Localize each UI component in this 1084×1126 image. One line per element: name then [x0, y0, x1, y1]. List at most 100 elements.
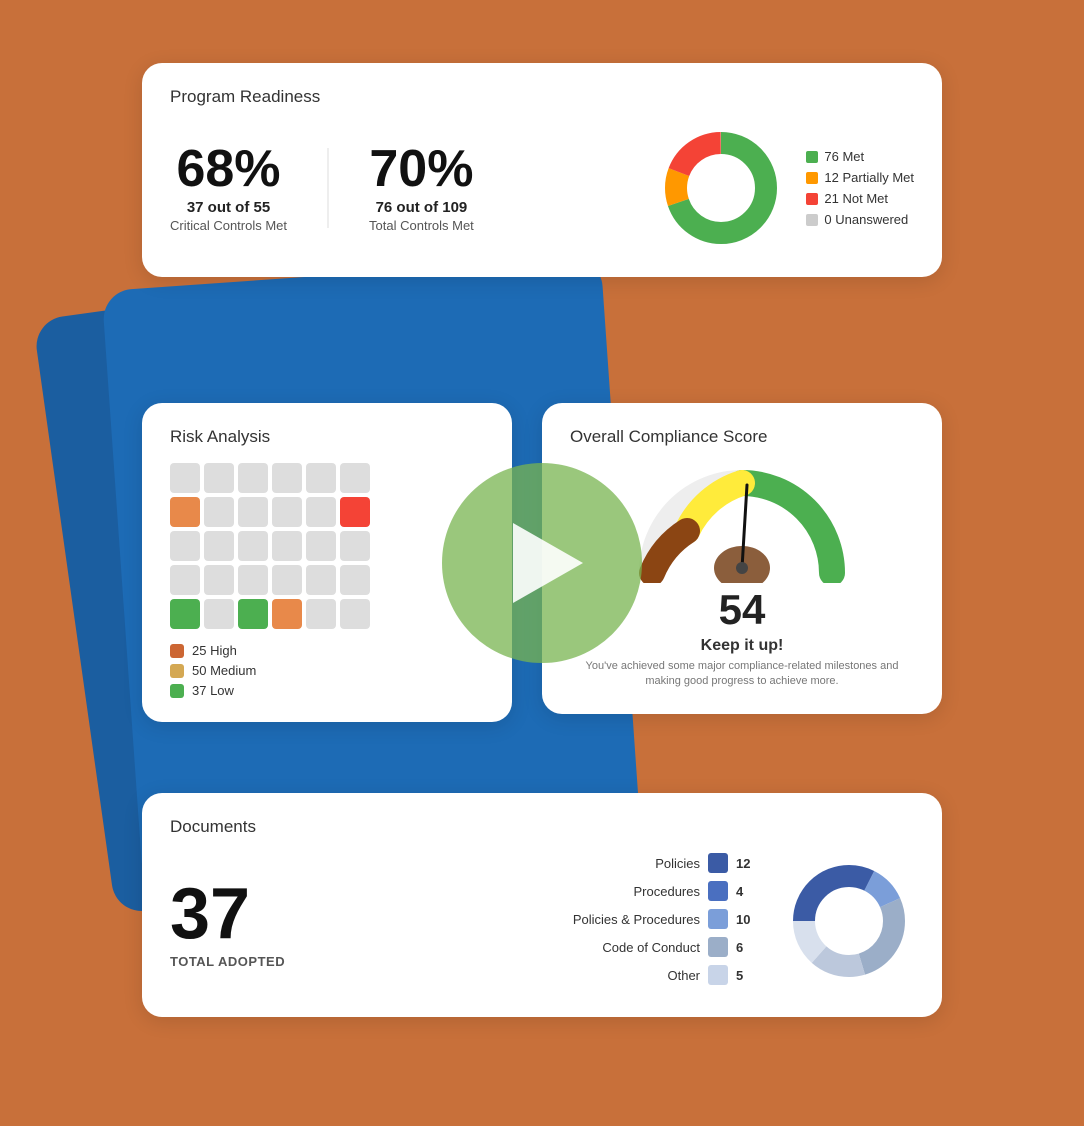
- risk-legend: 25 High 50 Medium 37 Low: [170, 643, 484, 698]
- doc-name-other: Other: [570, 968, 700, 983]
- documents-content: 37 TOTAL ADOPTED Policies 12 Procedures …: [170, 853, 914, 993]
- documents-card: Documents 37 TOTAL ADOPTED Policies 12 P…: [142, 793, 942, 1017]
- critical-controls-percent: 68%: [170, 143, 287, 195]
- documents-total: 37: [170, 878, 285, 950]
- risk-cell: [340, 565, 370, 595]
- risk-legend-low: 37 Low: [170, 683, 484, 698]
- doc-count-policies: 12: [736, 856, 754, 871]
- legend-partial-label: 12 Partially Met: [824, 170, 914, 185]
- gauge-chart: [632, 463, 852, 583]
- documents-total-label: TOTAL ADOPTED: [170, 954, 285, 969]
- risk-cell: [170, 599, 200, 629]
- risk-cell: [272, 565, 302, 595]
- docs-item-policies-procedures: Policies & Procedures 10: [345, 909, 754, 929]
- program-donut-chart: [656, 123, 786, 253]
- compliance-score: 54: [719, 586, 766, 633]
- critical-controls-stat: 68% 37 out of 55 Critical Controls Met: [170, 143, 287, 233]
- doc-name-policies: Policies: [570, 856, 700, 871]
- risk-cell: [272, 463, 302, 493]
- program-readiness-title: Program Readiness: [170, 87, 914, 107]
- risk-cell: [238, 497, 268, 527]
- doc-bar-code: [708, 937, 728, 957]
- doc-bar-procedures: [708, 881, 728, 901]
- risk-analysis-title: Risk Analysis: [170, 427, 484, 447]
- doc-count-policies-procedures: 10: [736, 912, 754, 927]
- docs-item-code: Code of Conduct 6: [345, 937, 754, 957]
- documents-total-area: 37 TOTAL ADOPTED: [170, 878, 285, 969]
- program-legend: 76 Met 12 Partially Met 21 Not Met 0 Una…: [806, 149, 914, 227]
- risk-medium-label: 50 Medium: [192, 663, 256, 678]
- risk-cell: [204, 565, 234, 595]
- legend-notmet-label: 21 Not Met: [824, 191, 888, 206]
- risk-cell: [238, 565, 268, 595]
- program-readiness-card: Program Readiness 68% 37 out of 55 Criti…: [142, 63, 942, 277]
- risk-cell: [340, 497, 370, 527]
- doc-name-code: Code of Conduct: [570, 940, 700, 955]
- critical-controls-label: Critical Controls Met: [170, 218, 287, 233]
- risk-cell: [170, 497, 200, 527]
- risk-cell: [204, 497, 234, 527]
- risk-dot-medium: [170, 664, 184, 678]
- stat-separator: [327, 148, 329, 228]
- program-readiness-content: 68% 37 out of 55 Critical Controls Met 7…: [170, 123, 914, 253]
- legend-dot-unanswered: [806, 214, 818, 226]
- risk-cell: [272, 599, 302, 629]
- critical-controls-detail: 37 out of 55: [170, 199, 287, 216]
- risk-cell: [204, 599, 234, 629]
- risk-low-label: 37 Low: [192, 683, 234, 698]
- play-button[interactable]: [442, 463, 642, 663]
- doc-bar-other: [708, 965, 728, 985]
- legend-met: 76 Met: [806, 149, 914, 164]
- doc-name-policies-procedures: Policies & Procedures: [570, 912, 700, 927]
- docs-item-policies: Policies 12: [345, 853, 754, 873]
- risk-cell: [306, 599, 336, 629]
- documents-list: Policies 12 Procedures 4 Policies & Proc…: [345, 853, 754, 993]
- risk-cell: [170, 565, 200, 595]
- risk-dot-low: [170, 684, 184, 698]
- risk-legend-high: 25 High: [170, 643, 484, 658]
- documents-title: Documents: [170, 817, 914, 837]
- risk-cell: [238, 599, 268, 629]
- risk-cell: [340, 531, 370, 561]
- risk-cell: [306, 531, 336, 561]
- risk-cell: [170, 463, 200, 493]
- legend-unanswered: 0 Unanswered: [806, 212, 914, 227]
- risk-cell: [238, 531, 268, 561]
- legend-partial: 12 Partially Met: [806, 170, 914, 185]
- compliance-title: Overall Compliance Score: [570, 427, 914, 447]
- legend-notmet: 21 Not Met: [806, 191, 914, 206]
- documents-donut-area: [784, 856, 914, 991]
- risk-cell: [340, 599, 370, 629]
- risk-cell: [170, 531, 200, 561]
- legend-dot-partial: [806, 172, 818, 184]
- risk-cell: [306, 565, 336, 595]
- program-chart-area: 76 Met 12 Partially Met 21 Not Met 0 Una…: [656, 123, 914, 253]
- risk-legend-medium: 50 Medium: [170, 663, 484, 678]
- legend-met-label: 76 Met: [824, 149, 864, 164]
- risk-cell: [306, 463, 336, 493]
- total-controls-label: Total Controls Met: [369, 218, 474, 233]
- legend-unanswered-label: 0 Unanswered: [824, 212, 908, 227]
- doc-name-procedures: Procedures: [570, 884, 700, 899]
- risk-grid: [170, 463, 484, 629]
- doc-count-code: 6: [736, 940, 754, 955]
- risk-dot-high: [170, 644, 184, 658]
- compliance-keep-it-up: Keep it up!: [570, 637, 914, 655]
- docs-item-procedures: Procedures 4: [345, 881, 754, 901]
- risk-cell: [272, 531, 302, 561]
- main-container: Program Readiness 68% 37 out of 55 Criti…: [92, 63, 992, 1063]
- total-controls-stat: 70% 76 out of 109 Total Controls Met: [369, 143, 474, 233]
- risk-cell: [340, 463, 370, 493]
- doc-count-other: 5: [736, 968, 754, 983]
- risk-cell: [306, 497, 336, 527]
- doc-bar-policies-procedures: [708, 909, 728, 929]
- risk-cell: [272, 497, 302, 527]
- compliance-description: You've achieved some major compliance-re…: [570, 659, 914, 690]
- doc-count-procedures: 4: [736, 884, 754, 899]
- risk-cell: [204, 531, 234, 561]
- risk-cell: [238, 463, 268, 493]
- play-triangle-icon: [513, 523, 583, 603]
- legend-dot-met: [806, 151, 818, 163]
- docs-item-other: Other 5: [345, 965, 754, 985]
- total-controls-percent: 70%: [369, 143, 474, 195]
